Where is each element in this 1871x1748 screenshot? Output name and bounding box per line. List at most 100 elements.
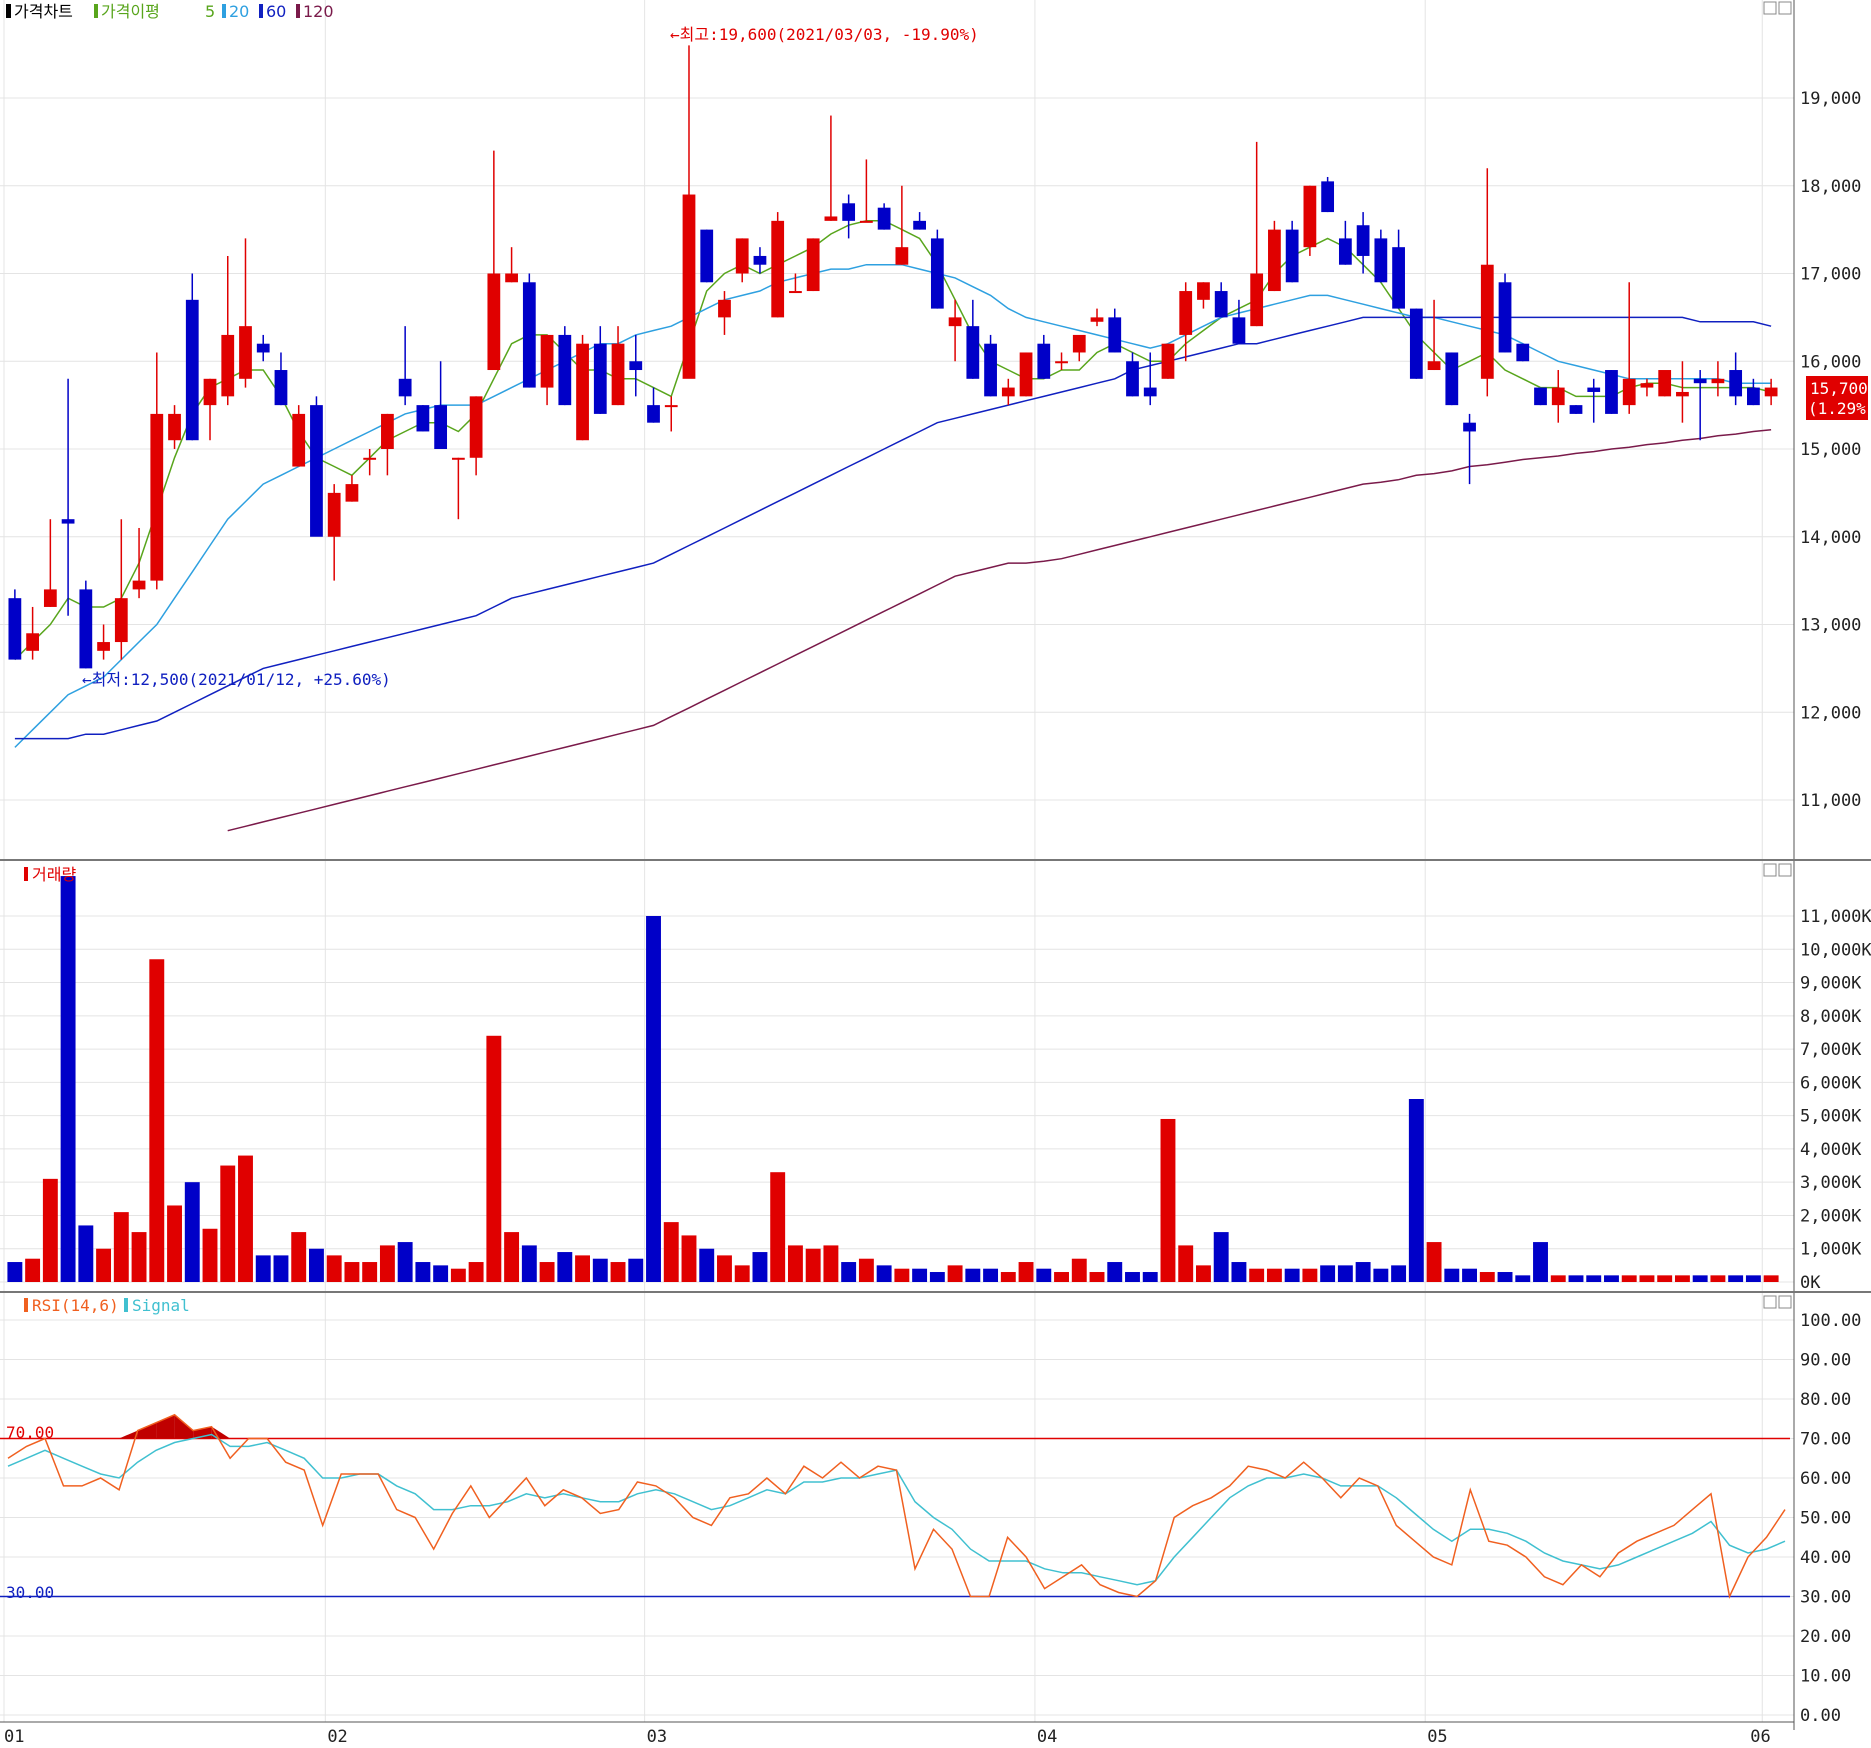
volume-bar bbox=[717, 1255, 732, 1282]
volume-bar bbox=[96, 1248, 112, 1282]
candle-body bbox=[1090, 317, 1104, 322]
signal-label: Signal bbox=[132, 1296, 190, 1315]
close-icon[interactable] bbox=[1778, 1, 1792, 15]
volume-tick-label: 1,000K bbox=[1800, 1240, 1862, 1260]
price-tick-label: 19,000 bbox=[1800, 89, 1861, 109]
x-tick-label: 04 bbox=[1037, 1727, 1057, 1747]
candle-body bbox=[1250, 273, 1264, 327]
volume-bar bbox=[1089, 1272, 1105, 1282]
volume-bar bbox=[1497, 1272, 1513, 1282]
candle-body bbox=[1019, 352, 1033, 397]
volume-bar bbox=[770, 1172, 786, 1282]
volume-bar bbox=[947, 1265, 963, 1282]
candle-body bbox=[1569, 405, 1583, 414]
volume-bar bbox=[1710, 1275, 1726, 1282]
candle-body bbox=[789, 291, 802, 294]
close-icon[interactable] bbox=[1778, 863, 1792, 877]
candle-body bbox=[1072, 334, 1086, 353]
volume-bar bbox=[1604, 1275, 1619, 1282]
volume-bar bbox=[113, 1212, 129, 1282]
volume-bar bbox=[326, 1255, 342, 1282]
volume-bar bbox=[1444, 1268, 1460, 1282]
candle-body bbox=[984, 343, 997, 397]
candle-body bbox=[1161, 343, 1175, 379]
volume-bar bbox=[1213, 1232, 1229, 1282]
volume-bar bbox=[184, 1182, 200, 1282]
candle-body bbox=[1587, 387, 1601, 392]
volume-bar bbox=[663, 1222, 679, 1282]
volume-bar bbox=[1373, 1268, 1389, 1282]
volume-bar bbox=[149, 959, 165, 1282]
candle-body bbox=[1409, 308, 1423, 379]
candle-body bbox=[860, 220, 873, 223]
candle-body bbox=[1605, 370, 1618, 414]
legend-marker-ma60 bbox=[259, 4, 263, 18]
price-tick-label: 11,000 bbox=[1800, 791, 1861, 811]
volume-bar bbox=[42, 1178, 58, 1282]
volume-tick-label: 10,000K bbox=[1800, 940, 1871, 960]
current-price-value: 15,700 bbox=[1810, 379, 1868, 398]
candle-body bbox=[150, 413, 164, 581]
price-tick-label: 13,000 bbox=[1800, 616, 1861, 636]
volume-bar bbox=[468, 1262, 484, 1282]
legend-marker-volume bbox=[24, 867, 28, 881]
candle-body bbox=[1356, 225, 1370, 256]
volume-bar bbox=[1745, 1275, 1761, 1282]
volume-bar bbox=[1195, 1265, 1211, 1282]
legend-marker-rsi bbox=[24, 1298, 28, 1312]
volume-tick-label: 2,000K bbox=[1800, 1206, 1862, 1226]
volume-bar bbox=[1462, 1268, 1478, 1282]
minimize-icon[interactable] bbox=[1763, 1, 1777, 15]
x-tick-label: 06 bbox=[1750, 1727, 1770, 1747]
candle-body bbox=[274, 370, 288, 406]
rsi-label: RSI(14,6) bbox=[32, 1296, 119, 1315]
candle-body bbox=[1640, 383, 1654, 388]
high-price-annotation: ←최고:19,600(2021/03/03, -19.90%) bbox=[670, 25, 979, 44]
volume-bar bbox=[823, 1245, 839, 1282]
candle-body bbox=[327, 492, 341, 537]
candle-body bbox=[1480, 264, 1494, 379]
close-icon[interactable] bbox=[1778, 1295, 1792, 1309]
rsi-tick-label: 90.00 bbox=[1800, 1351, 1851, 1371]
volume-bar bbox=[415, 1262, 431, 1282]
candle-body bbox=[1197, 282, 1210, 300]
volume-bar bbox=[344, 1262, 360, 1282]
volume-bar bbox=[238, 1155, 253, 1282]
candle-body bbox=[1374, 238, 1388, 283]
candle-body bbox=[842, 203, 856, 221]
candle-body bbox=[629, 361, 643, 371]
volume-bar bbox=[362, 1262, 378, 1282]
volume-bar bbox=[308, 1248, 324, 1282]
volume-bar bbox=[1657, 1275, 1673, 1282]
volume-bar bbox=[1728, 1275, 1744, 1282]
volume-bar bbox=[575, 1255, 591, 1282]
candle-body bbox=[771, 220, 785, 318]
volume-bar bbox=[1160, 1118, 1176, 1282]
candle-body bbox=[1658, 370, 1672, 397]
x-tick-label: 01 bbox=[4, 1727, 24, 1747]
volume-bar bbox=[1284, 1268, 1300, 1282]
candle-body bbox=[239, 326, 252, 379]
rsi-tick-label: 100.00 bbox=[1800, 1311, 1861, 1331]
candle-body bbox=[948, 317, 962, 327]
rsi-level-70-label: 70.00 bbox=[6, 1423, 54, 1442]
volume-bar bbox=[60, 876, 76, 1282]
x-tick-label: 05 bbox=[1427, 1727, 1447, 1747]
volume-tick-label: 8,000K bbox=[1800, 1007, 1862, 1027]
minimize-icon[interactable] bbox=[1763, 1295, 1777, 1309]
volume-bar bbox=[1125, 1272, 1140, 1282]
candle-body bbox=[806, 238, 820, 292]
candle-body bbox=[26, 633, 39, 651]
x-tick-label: 02 bbox=[327, 1727, 347, 1747]
volume-tick-label: 0K bbox=[1800, 1273, 1821, 1293]
minimize-icon[interactable] bbox=[1763, 863, 1777, 877]
candle-body bbox=[451, 457, 465, 460]
volume-bar bbox=[1426, 1242, 1442, 1282]
rsi-level-30-label: 30.00 bbox=[6, 1583, 54, 1602]
volume-bar bbox=[646, 916, 661, 1282]
volume-bar bbox=[983, 1268, 999, 1282]
volume-bar bbox=[1266, 1268, 1282, 1282]
candle-body bbox=[1427, 361, 1441, 371]
volume-bar bbox=[25, 1258, 41, 1282]
volume-bar bbox=[78, 1225, 94, 1282]
